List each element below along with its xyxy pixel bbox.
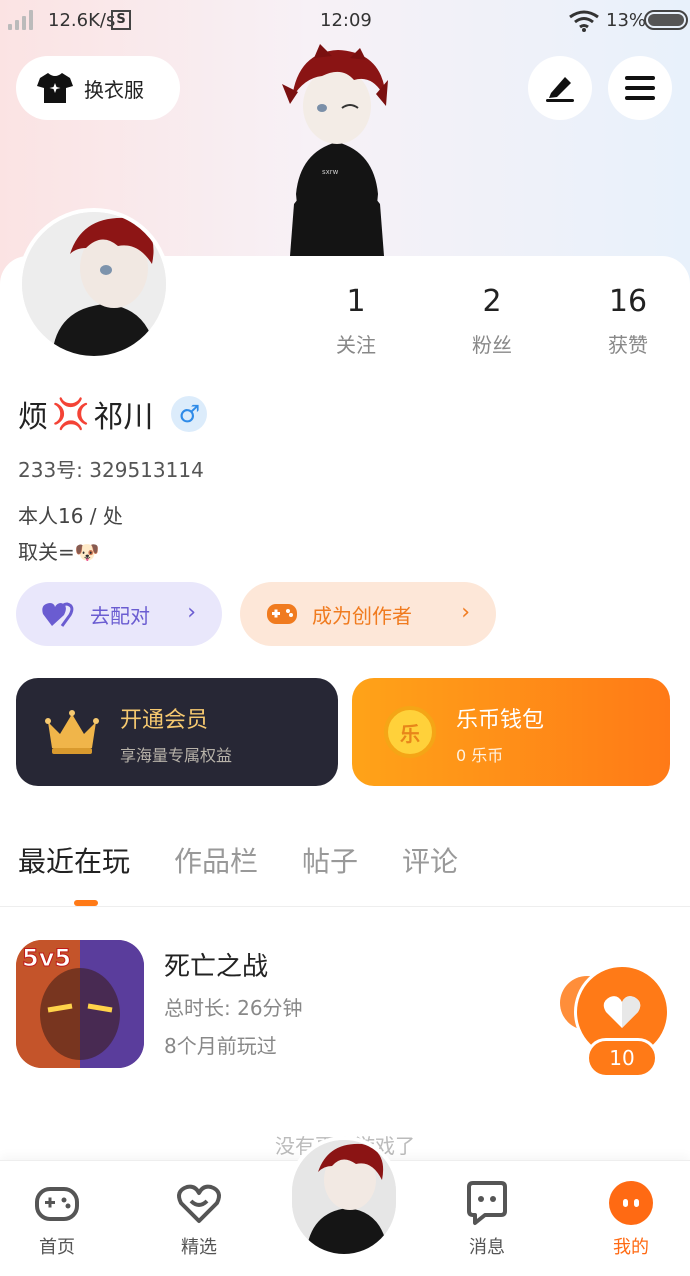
menu-button[interactable]	[608, 56, 672, 120]
gamepad-icon	[267, 604, 297, 624]
gamepad-icon	[35, 1187, 79, 1221]
double-heart-icon	[42, 602, 74, 627]
edit-profile-button[interactable]	[528, 56, 592, 120]
creator-label: 成为创作者	[312, 603, 412, 628]
game-title[interactable]: 死亡之战	[164, 946, 268, 983]
chevron-right-icon: ›	[187, 600, 196, 625]
username-part2: 祁川	[93, 400, 154, 435]
username: 烦 💢 祁川 ♂	[18, 392, 208, 436]
tab-works[interactable]: 作品栏	[174, 840, 258, 880]
pencil-icon	[546, 77, 574, 102]
bio-line-2-text: 取关=	[18, 540, 75, 564]
heart-outline-icon	[177, 1184, 221, 1223]
hamburger-menu-icon	[625, 76, 655, 100]
wifi-icon	[569, 10, 599, 32]
clock: 12:09	[320, 10, 372, 31]
center-avatar-button[interactable]	[288, 1136, 400, 1258]
nav-home[interactable]: 首页	[12, 1179, 102, 1259]
coin-icon: 乐	[384, 706, 436, 758]
likes-label: 获赞	[608, 333, 648, 357]
nav-featured[interactable]: 精选	[154, 1179, 244, 1259]
divider	[0, 906, 690, 907]
nav-home-label: 首页	[39, 1237, 75, 1258]
svg-text:sxrw: sxrw	[322, 168, 339, 176]
game-icon-label: 5v5	[22, 944, 71, 972]
vip-subtitle: 享海量专属权益	[120, 746, 233, 765]
followers-label: 粉丝	[472, 333, 512, 357]
stat-likes[interactable]: 16 获赞	[568, 284, 688, 358]
likes-count: 16	[608, 284, 648, 319]
bio-line-1: 本人16 / 处	[18, 504, 123, 528]
game-cover-image: 5v5	[16, 940, 144, 1068]
like-widget[interactable]: 10	[560, 960, 674, 1080]
tshirt-icon	[37, 73, 73, 103]
tab-comments[interactable]: 评论	[402, 840, 458, 880]
gender-badge: ♂	[171, 396, 208, 432]
game-last-played: 8个月前玩过	[164, 1034, 277, 1058]
pair-label: 去配对	[90, 603, 150, 628]
change-outfit-button[interactable]: 换衣服	[16, 56, 180, 120]
center-avatar-image	[292, 1140, 396, 1254]
following-count: 1	[346, 284, 366, 319]
chevron-right-icon: ›	[461, 600, 470, 625]
stat-followers[interactable]: 2 粉丝	[432, 284, 552, 358]
signal-icon	[8, 10, 33, 30]
username-part1: 烦	[18, 400, 48, 435]
vip-membership-card[interactable]: 开通会员 享海量专属权益	[16, 678, 338, 786]
become-creator-button[interactable]: 成为创作者 ›	[240, 582, 496, 646]
bio-line-2: 取关=🐶	[18, 536, 100, 565]
user-id[interactable]: 233号: 329513114	[18, 454, 204, 483]
heart-icon	[603, 996, 641, 1028]
chat-bubble-icon	[467, 1181, 507, 1225]
male-icon: ♂	[178, 400, 201, 428]
wallet-balance: 0 乐币	[456, 746, 504, 765]
vip-title: 开通会员	[120, 708, 209, 733]
coin-wallet-card[interactable]: 乐 乐币钱包 0 乐币	[352, 678, 670, 786]
game-duration: 总时长: 26分钟	[164, 996, 303, 1020]
tab-posts[interactable]: 帖子	[302, 840, 358, 880]
battery-percent: 13%	[606, 10, 647, 31]
nav-mine[interactable]: 我的	[586, 1179, 676, 1259]
nav-messages[interactable]: 消息	[442, 1179, 532, 1259]
change-outfit-label: 换衣服	[84, 77, 144, 102]
nav-messages-label: 消息	[469, 1237, 505, 1258]
s-badge-icon: S	[111, 10, 131, 30]
wallet-title: 乐币钱包	[456, 708, 545, 733]
avatar-figure-image: sxrw	[282, 44, 388, 256]
stat-following[interactable]: 1 关注	[296, 284, 416, 358]
game-icon[interactable]: 5v5	[16, 940, 144, 1068]
profile-face-icon	[609, 1181, 653, 1225]
followers-count: 2	[482, 284, 502, 319]
crown-icon	[45, 710, 99, 754]
anger-emoji: 💢	[52, 396, 90, 432]
like-count: 10	[586, 1038, 658, 1078]
pair-button[interactable]: 去配对 ›	[16, 582, 222, 646]
avatar-image	[22, 212, 166, 356]
profile-tabs: 最近在玩 作品栏 帖子 评论	[18, 840, 458, 880]
status-bar: 12.6K/s S 12:09 13%	[0, 0, 690, 42]
network-speed: 12.6K/s	[48, 10, 116, 31]
nav-mine-label: 我的	[613, 1237, 649, 1258]
battery-icon	[644, 10, 688, 30]
avatar[interactable]	[18, 208, 170, 360]
following-label: 关注	[336, 333, 376, 357]
coin-icon-text: 乐	[400, 721, 420, 746]
tab-recently-played[interactable]: 最近在玩	[18, 840, 130, 880]
dog-emoji: 🐶	[74, 540, 100, 564]
nav-featured-label: 精选	[181, 1237, 217, 1258]
